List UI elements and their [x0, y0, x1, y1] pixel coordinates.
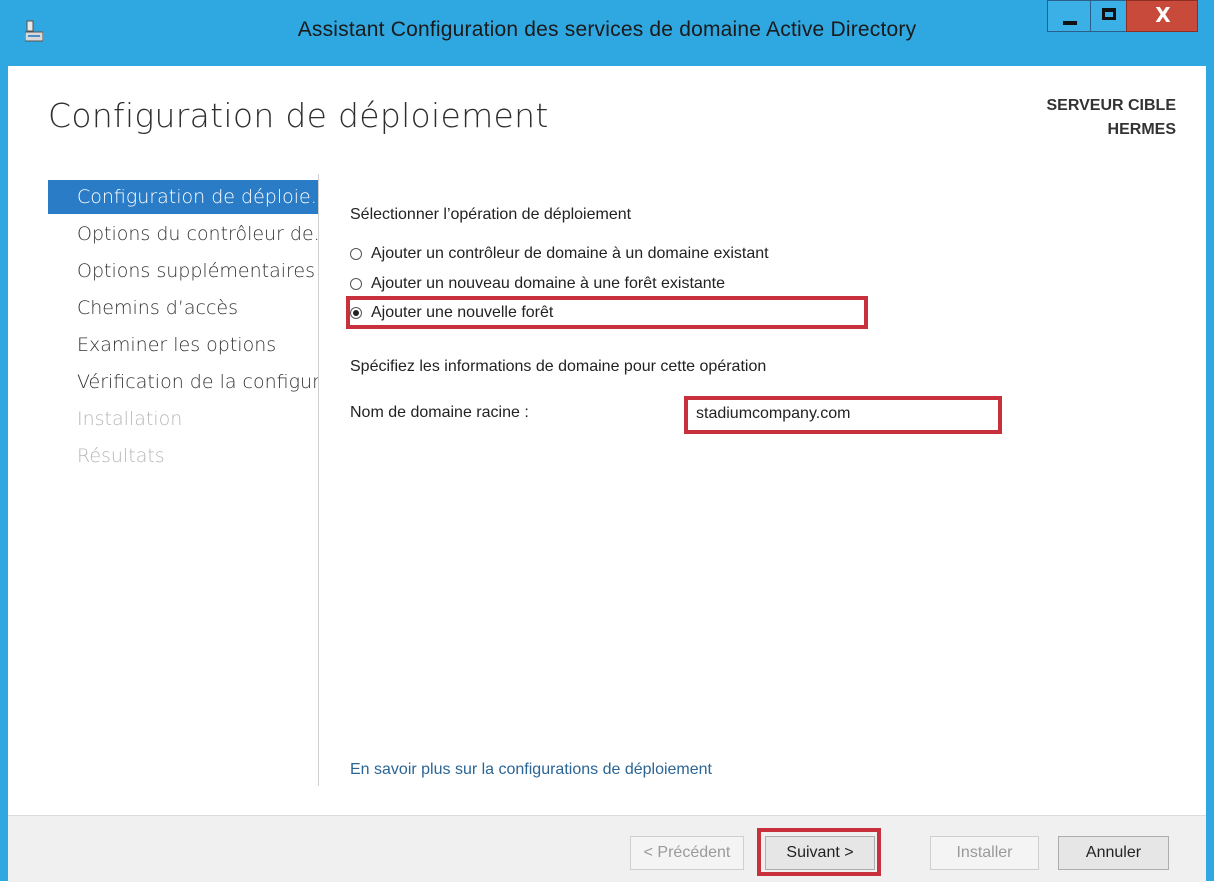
maximize-icon	[1102, 8, 1116, 20]
close-button[interactable]: X	[1126, 0, 1198, 32]
radio-add-domain[interactable]	[350, 278, 362, 290]
minimize-icon	[1063, 21, 1077, 25]
button-bar: < Précédent Suivant > Installer Annuler	[8, 815, 1206, 882]
option-label: Ajouter un contrôleur de domaine à un do…	[371, 245, 769, 262]
nav-item-installation: Installation	[77, 408, 183, 430]
title-bar: Assistant Configuration des services de …	[0, 0, 1214, 66]
install-button[interactable]: Installer	[930, 836, 1039, 870]
cancel-button[interactable]: Annuler	[1058, 836, 1169, 870]
option-label: Ajouter un nouveau domaine à une forêt e…	[371, 275, 726, 292]
option-add-dc-existing-domain[interactable]: Ajouter un contrôleur de domaine à un do…	[350, 242, 769, 266]
content-area: Configuration de déploiement SERVEUR CIB…	[8, 66, 1206, 815]
nav-item-deployment-config[interactable]: Configuration de déploie...	[48, 180, 318, 214]
window-border-left	[0, 66, 8, 881]
learn-more-link[interactable]: En savoir plus sur la configurations de …	[350, 761, 712, 779]
close-icon: X	[1155, 3, 1171, 27]
nav-item-dc-options[interactable]: Options du contrôleur de...	[48, 216, 318, 253]
nav-item-paths[interactable]: Chemins d’accès	[48, 290, 318, 327]
window-title: Assistant Configuration des services de …	[297, 18, 917, 41]
option-add-domain-existing-forest[interactable]: Ajouter un nouveau domaine à une forêt e…	[350, 272, 725, 296]
nav-item-prerequisites-check[interactable]: Vérification de la configur...	[48, 364, 318, 401]
operation-label: Sélectionner l’opération de déploiement	[350, 206, 632, 223]
nav-divider	[318, 174, 319, 786]
maximize-button[interactable]	[1090, 0, 1127, 32]
previous-button[interactable]: < Précédent	[630, 836, 744, 870]
nav-item-review-options[interactable]: Examiner les options	[48, 327, 318, 364]
main-panel: Sélectionner l’opération de déploiement …	[346, 66, 1170, 815]
minimize-button[interactable]	[1047, 0, 1091, 32]
window-border-right	[1206, 66, 1214, 881]
root-domain-label: Nom de domaine racine :	[350, 404, 529, 421]
wizard-window: Assistant Configuration des services de …	[0, 0, 1214, 882]
highlight-new-forest	[346, 296, 868, 329]
nav-item-additional-options[interactable]: Options supplémentaires	[48, 253, 318, 290]
highlight-next-button	[757, 828, 881, 876]
radio-add-dc[interactable]	[350, 248, 362, 260]
nav-item-results: Résultats	[77, 445, 165, 467]
domain-info-label: Spécifiez les informations de domaine po…	[350, 358, 767, 375]
wizard-nav: Configuration de déploie... Options du c…	[48, 180, 318, 475]
highlight-domain-input	[684, 396, 1002, 434]
